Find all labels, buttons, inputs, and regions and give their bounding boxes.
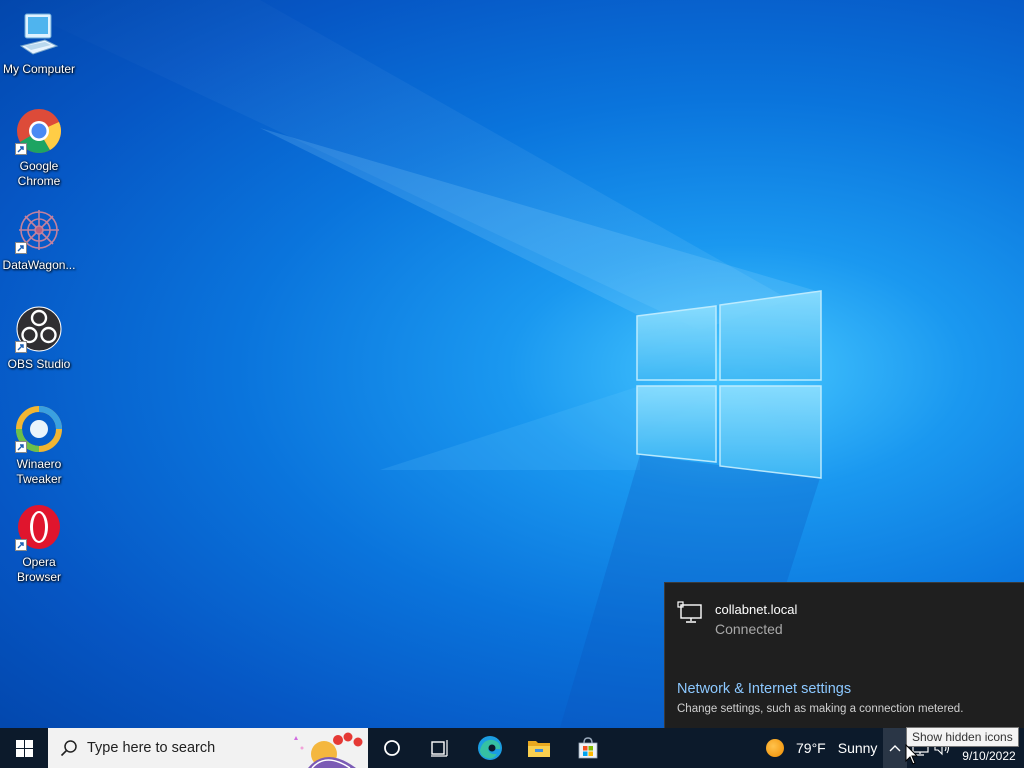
desktop-icon-obs-studio[interactable]: OBS Studio: [0, 305, 78, 372]
desktop-icon-label: DataWagon...: [2, 258, 76, 272]
clock-date: 9/10/2022: [962, 749, 1016, 763]
windows-start-icon: [15, 739, 33, 757]
microsoft-store-taskbar-button[interactable]: [564, 728, 612, 768]
desktop-icon-my-computer[interactable]: My Computer: [0, 10, 78, 77]
microsoft-store-icon: [578, 737, 598, 759]
network-connection-item[interactable]: collabnet.local Connected: [677, 601, 797, 637]
task-view-icon: [431, 740, 448, 757]
shortcut-arrow-icon: [15, 341, 27, 353]
edge-icon: [478, 736, 502, 760]
network-flyout: collabnet.local Connected Network & Inte…: [664, 582, 1024, 728]
file-explorer-icon: [528, 741, 550, 757]
desktop-icon-label: My Computer: [2, 62, 76, 76]
desktop-icon-label: Google Chrome: [17, 159, 61, 188]
desktop-icon-label: Winaero Tweaker: [16, 457, 62, 486]
desktop-icon-label: Opera Browser: [16, 555, 61, 584]
network-internet-settings-link[interactable]: Network & Internet settings: [677, 681, 851, 697]
search-icon: [60, 740, 77, 757]
shortcut-arrow-icon: [15, 242, 27, 254]
desktop-icon-datawagon[interactable]: DataWagon...: [0, 206, 78, 273]
show-hidden-icons-tooltip: Show hidden icons: [906, 727, 1019, 747]
mouse-cursor-icon: [905, 744, 919, 765]
weather-condition: Sunny: [837, 740, 878, 756]
shortcut-arrow-icon: [15, 441, 27, 453]
computer-icon: [19, 13, 59, 55]
sunny-weather-icon: [766, 739, 784, 757]
taskbar-search-box[interactable]: Type here to search: [48, 728, 368, 768]
cortana-icon: [384, 740, 400, 756]
search-placeholder: Type here to search: [87, 740, 216, 756]
file-explorer-taskbar-button[interactable]: [515, 728, 563, 768]
search-highlight-illustration-icon: [294, 732, 363, 768]
shortcut-arrow-icon: [15, 539, 27, 551]
weather-widget[interactable]: 79°F Sunny: [766, 728, 877, 768]
start-button[interactable]: [0, 728, 48, 768]
network-status: Connected: [715, 621, 783, 637]
show-hidden-icons-button[interactable]: [883, 728, 907, 768]
cortana-button[interactable]: [368, 728, 416, 768]
taskbar: Type here to search 79°F Sunny 9/10/2022: [0, 728, 1024, 768]
chevron-up-icon: [889, 745, 901, 752]
desktop-icon-winaero-tweaker[interactable]: Winaero Tweaker: [0, 405, 78, 487]
weather-temperature: 79°F: [796, 740, 826, 756]
edge-taskbar-button[interactable]: [466, 728, 514, 768]
desktop-icon-label: OBS Studio: [7, 357, 71, 371]
task-view-button[interactable]: [416, 728, 464, 768]
network-settings-description: Change settings, such as making a connec…: [677, 703, 964, 715]
desktop-icon-google-chrome[interactable]: Google Chrome: [0, 107, 78, 189]
network-name: collabnet.local: [715, 602, 798, 617]
shortcut-arrow-icon: [15, 143, 27, 155]
ethernet-network-icon: [677, 601, 702, 623]
desktop-icon-opera-browser[interactable]: Opera Browser: [0, 503, 78, 585]
